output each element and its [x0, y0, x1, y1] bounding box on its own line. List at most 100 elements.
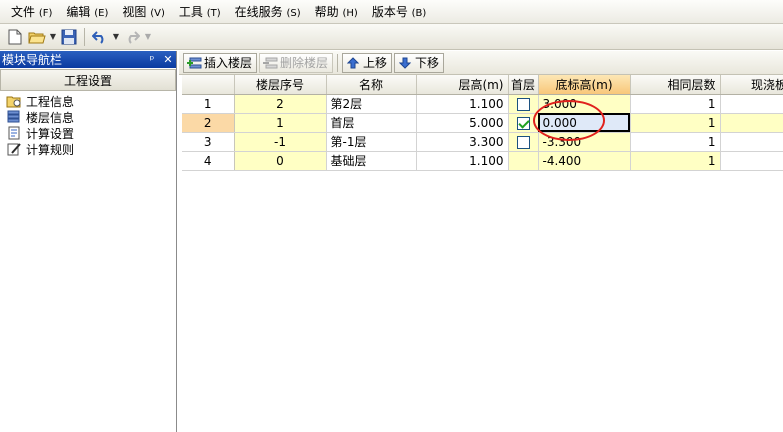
first-floor-checkbox[interactable] — [516, 135, 530, 149]
pin-icon[interactable]: ᵖ — [144, 53, 160, 66]
table-row: 3 -1 第-1层 3.300 -3.300 1 — [182, 132, 783, 152]
row-number[interactable]: 4 — [182, 151, 235, 171]
nav-panel-title: 模块导航栏 — [2, 53, 63, 67]
arrow-down-icon — [397, 55, 413, 71]
table-row: 2 1 首层 5.000 0.000 1 — [182, 113, 783, 133]
floor-height-cell[interactable]: 1.100 — [416, 151, 509, 171]
menu-version[interactable]: 版本号 (B) — [365, 1, 434, 23]
row-number[interactable]: 2 — [182, 113, 235, 133]
new-file-icon[interactable] — [4, 26, 26, 48]
floor-name-cell[interactable]: 第-1层 — [326, 132, 417, 152]
column-header-name[interactable]: 名称 — [326, 75, 417, 95]
same-floor-count-cell[interactable]: 1 — [630, 94, 721, 114]
nav-item-label: 计算规则 — [26, 142, 75, 157]
calc-settings-icon — [6, 126, 22, 140]
floor-name-cell[interactable]: 基础层 — [326, 151, 417, 171]
base-elevation-cell[interactable]: -3.300 — [538, 132, 631, 152]
column-header-floor-no[interactable]: 楼层序号 — [234, 75, 327, 95]
same-floor-count-cell[interactable]: 1 — [630, 151, 721, 171]
open-dropdown-arrow[interactable]: ▼ — [48, 26, 58, 48]
floor-grid-toolbar: 插入楼层 删除楼层 上移 下移 — [179, 51, 783, 75]
move-down-label: 下移 — [415, 56, 440, 70]
module-navigation-panel: 模块导航栏 ᵖ ✕ 工程设置 工程信息 楼层信息 计算设置 计算规则 — [0, 51, 177, 432]
table-row: 4 0 基础层 1.100 -4.400 1 — [182, 151, 783, 171]
save-icon[interactable] — [58, 26, 80, 48]
row-number[interactable]: 1 — [182, 94, 235, 114]
floor-name-cell[interactable]: 第2层 — [326, 94, 417, 114]
base-elevation-cell[interactable]: 3.000 — [538, 94, 631, 114]
move-down-button[interactable]: 下移 — [394, 52, 445, 73]
nav-item-calc-rules[interactable]: 计算规则 — [0, 141, 176, 157]
grid-toolbar-separator — [337, 53, 339, 72]
floor-height-cell[interactable]: 3.300 — [416, 132, 509, 152]
floor-table: 楼层序号 名称 层高(m) 首层 底标高(m) 相同层数 现浇板厚 1 2 第2… — [182, 75, 783, 171]
slab-thickness-cell[interactable] — [720, 151, 783, 171]
insert-floor-label: 插入楼层 — [204, 56, 253, 70]
nav-item-project-info[interactable]: 工程信息 — [0, 93, 176, 109]
floor-no-cell[interactable]: 2 — [234, 94, 327, 114]
menu-help[interactable]: 帮助 (H) — [308, 1, 365, 23]
first-floor-cell — [508, 151, 539, 171]
menu-view[interactable]: 视图 (V) — [115, 1, 172, 23]
delete-floor-label: 删除楼层 — [280, 56, 329, 70]
floor-height-cell[interactable]: 5.000 — [416, 113, 509, 133]
floor-info-icon — [6, 110, 22, 124]
nav-list: 工程信息 楼层信息 计算设置 计算规则 — [0, 91, 176, 157]
base-elevation-cell[interactable]: 0.000 — [538, 113, 631, 133]
first-floor-cell — [508, 94, 539, 114]
toolbar-separator — [84, 27, 85, 46]
redo-dropdown-arrow[interactable]: ▼ — [143, 26, 153, 48]
arrow-up-icon — [345, 55, 361, 71]
redo-icon[interactable] — [121, 26, 143, 48]
column-header-slab-thickness[interactable]: 现浇板厚 — [720, 75, 783, 95]
main-toolbar: ▼ ▼ ▼ — [0, 24, 783, 50]
delete-floor-icon — [262, 55, 278, 71]
floor-table-container: 楼层序号 名称 层高(m) 首层 底标高(m) 相同层数 现浇板厚 1 2 第2… — [182, 75, 783, 171]
first-floor-checkbox[interactable] — [516, 97, 530, 111]
menu-edit[interactable]: 编辑 (E) — [59, 1, 115, 23]
column-header-same-floor-count[interactable]: 相同层数 — [630, 75, 721, 95]
same-floor-count-cell[interactable]: 1 — [630, 132, 721, 152]
open-folder-icon[interactable] — [26, 26, 48, 48]
menu-online-service[interactable]: 在线服务 (S) — [228, 1, 308, 23]
move-up-label: 上移 — [363, 56, 388, 70]
nav-item-label: 楼层信息 — [26, 110, 75, 125]
column-header-floor-height[interactable]: 层高(m) — [416, 75, 509, 95]
undo-icon[interactable] — [89, 26, 111, 48]
nav-item-calc-settings[interactable]: 计算设置 — [0, 125, 176, 141]
column-header-first-floor[interactable]: 首层 — [508, 75, 539, 95]
base-elevation-cell[interactable]: -4.400 — [538, 151, 631, 171]
row-number-header — [182, 75, 235, 95]
first-floor-cell — [508, 113, 539, 133]
nav-section-header[interactable]: 工程设置 — [0, 69, 176, 91]
nav-item-label: 计算设置 — [26, 126, 75, 141]
floor-height-cell[interactable]: 1.100 — [416, 94, 509, 114]
delete-floor-button[interactable]: 删除楼层 — [259, 52, 334, 73]
floor-no-cell[interactable]: -1 — [234, 132, 327, 152]
first-floor-checkbox[interactable] — [516, 116, 530, 130]
undo-dropdown-arrow[interactable]: ▼ — [111, 26, 121, 48]
insert-floor-button[interactable]: 插入楼层 — [183, 52, 258, 73]
floor-no-cell[interactable]: 0 — [234, 151, 327, 171]
close-icon[interactable]: ✕ — [160, 53, 176, 66]
slab-thickness-cell[interactable] — [720, 113, 783, 133]
move-up-button[interactable]: 上移 — [342, 52, 393, 73]
table-header-row: 楼层序号 名称 层高(m) 首层 底标高(m) 相同层数 现浇板厚 — [182, 75, 783, 95]
menu-tools[interactable]: 工具 (T) — [172, 1, 228, 23]
same-floor-count-cell[interactable]: 1 — [630, 113, 721, 133]
slab-thickness-cell[interactable] — [720, 94, 783, 114]
insert-floor-icon — [186, 55, 202, 71]
nav-item-label: 工程信息 — [26, 94, 75, 109]
table-row: 1 2 第2层 1.100 3.000 1 — [182, 94, 783, 114]
nav-item-floor-info[interactable]: 楼层信息 — [0, 109, 176, 125]
slab-thickness-cell[interactable] — [720, 132, 783, 152]
floor-no-cell[interactable]: 1 — [234, 113, 327, 133]
column-header-base-elevation[interactable]: 底标高(m) — [538, 75, 631, 95]
floor-name-cell[interactable]: 首层 — [326, 113, 417, 133]
menu-file[interactable]: 文件 (F) — [4, 1, 59, 23]
calc-rules-icon — [6, 142, 22, 156]
project-info-icon — [6, 94, 22, 108]
first-floor-cell — [508, 132, 539, 152]
row-number[interactable]: 3 — [182, 132, 235, 152]
menu-bar: 文件 (F) 编辑 (E) 视图 (V) 工具 (T) 在线服务 (S) 帮助 … — [0, 0, 783, 24]
